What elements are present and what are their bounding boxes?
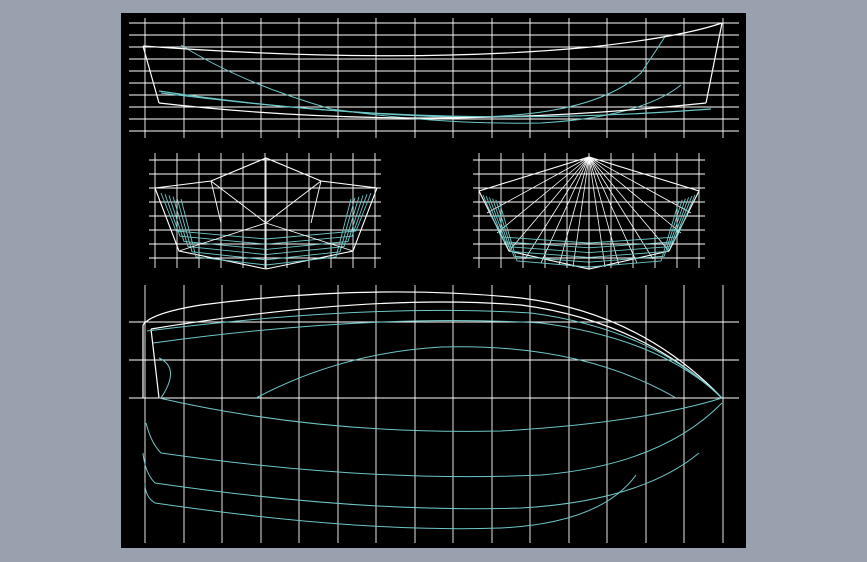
profile-sheer-line	[142, 22, 723, 57]
bow-station-fan-line	[588, 156, 692, 214]
profile-outline	[142, 22, 723, 119]
section-view-bow	[473, 153, 705, 270]
plan-waterline-2	[152, 320, 723, 399]
plan-buttock-arc	[255, 346, 677, 399]
bow-station-fan-line	[588, 156, 682, 234]
plan-waterlines	[142, 309, 723, 530]
profile-view	[129, 18, 739, 138]
plan-waterline-1	[146, 309, 723, 399]
plan-buttock-below-2	[145, 402, 723, 478]
plan-buttock-below-1	[158, 397, 723, 432]
plan-waterline-3	[158, 357, 171, 399]
cad-viewport[interactable]	[121, 13, 746, 548]
plan-view	[129, 285, 739, 543]
plan-transom-line	[150, 328, 160, 399]
stern-section-stations	[154, 157, 378, 270]
plan-buttock-below-4	[144, 474, 637, 530]
bow-station-fan-line	[486, 156, 590, 214]
bow-station-fan-line	[496, 156, 590, 234]
section-view-stern	[149, 153, 381, 270]
bow-station-fan-line	[588, 156, 620, 266]
bow-station-fan-line	[558, 156, 590, 266]
profile-waterlines	[160, 34, 682, 124]
plan-sheer-inner	[150, 301, 723, 399]
plan-grid	[129, 285, 739, 543]
lines-plan-drawing	[129, 18, 739, 543]
